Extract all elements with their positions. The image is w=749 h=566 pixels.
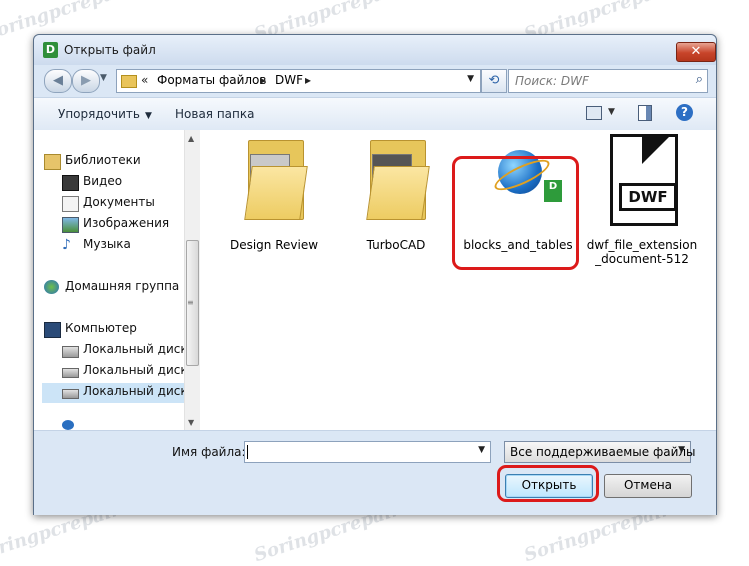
search-placeholder: Поиск: DWF — [515, 74, 589, 88]
window-title: Открыть файл — [64, 43, 156, 57]
text-caret — [247, 445, 248, 459]
file-name: dwf_file_extension_document-512 — [586, 238, 698, 266]
folder-icon — [121, 75, 137, 88]
breadcrumb-dwf[interactable]: DWF — [275, 73, 303, 87]
video-icon — [62, 175, 79, 191]
forward-arrow-icon[interactable]: ▶ — [72, 69, 100, 93]
music-icon: ♪ — [62, 237, 71, 253]
windows-drive-icon — [62, 346, 79, 358]
file-name: TurboCAD — [366, 238, 426, 252]
drive-icon — [62, 389, 79, 399]
breadcrumb-separator-icon[interactable]: ▸ — [260, 73, 266, 87]
sidebar-item-label: Документы — [83, 195, 155, 209]
refresh-icon[interactable]: ⟲ — [481, 69, 507, 93]
close-button[interactable]: ✕ — [676, 42, 716, 62]
file-highlight-annotation — [452, 156, 579, 270]
chevron-down-icon[interactable]: ▼ — [678, 445, 685, 455]
sidebar-item-local-disk[interactable]: Локальный диск — [62, 383, 184, 403]
drive-icon — [62, 368, 79, 378]
breadcrumb-formats[interactable]: Форматы файлов — [157, 73, 266, 87]
sidebar-item-label: Музыка — [83, 237, 131, 251]
sidebar-item-label: Домашняя группа — [65, 279, 180, 293]
homegroup-icon — [44, 280, 59, 294]
filename-label: Имя файла: — [172, 445, 246, 459]
address-bar[interactable]: « Форматы файлов ▸ DWF ▸ ▼ — [116, 69, 481, 93]
file-type-select[interactable]: Все поддерживаемые файлы ▼ — [504, 441, 696, 463]
page-fold-shape — [642, 134, 672, 164]
open-file-dialog: D Открыть файл ✕ ◀ ▶ ▼ « Форматы файлов … — [33, 34, 717, 515]
sidebar-item-label: Видео — [83, 174, 123, 188]
breadcrumb-separator-icon[interactable]: ▸ — [305, 73, 311, 87]
back-arrow-icon[interactable]: ◀ — [44, 69, 72, 93]
cancel-button[interactable]: Отмена — [604, 474, 692, 498]
file-type-value: Все поддерживаемые файлы — [510, 445, 696, 459]
title-bar[interactable]: D Открыть файл ✕ — [34, 35, 716, 65]
scroll-down-icon[interactable]: ▼ — [188, 418, 194, 427]
new-folder-button[interactable]: Новая папка — [175, 107, 254, 121]
dialog-footer: Имя файла: ▼ Все поддерживаемые файлы ▼ … — [34, 430, 716, 515]
folder-front-shape — [366, 166, 430, 220]
sidebar-item-documents[interactable]: Документы — [62, 194, 184, 214]
computer-icon — [44, 322, 61, 338]
file-item-dwf-extension-document[interactable]: DWF dwf_file_extension_document-512 — [586, 130, 698, 270]
scroll-grip-icon: ≡ — [187, 298, 194, 307]
sidebar-item-music[interactable]: ♪ Музыка — [62, 236, 184, 256]
sidebar-item-homegroup[interactable]: Домашняя группа — [44, 278, 184, 298]
dwf-app-icon: D — [43, 42, 58, 58]
sidebar-item-computer[interactable]: Компьютер — [44, 320, 184, 340]
open-button-highlight-annotation — [497, 465, 599, 502]
libraries-icon — [44, 154, 61, 170]
file-item-turbocad[interactable]: TurboCAD — [340, 130, 452, 270]
pictures-icon — [62, 217, 79, 233]
network-icon — [62, 420, 74, 430]
sidebar-item-local-disk[interactable]: Локальный диск — [62, 341, 184, 361]
change-view-icon[interactable] — [586, 106, 602, 120]
chevron-down-icon[interactable]: ▼ — [608, 107, 615, 117]
sidebar-item-pictures[interactable]: Изображения — [62, 215, 184, 235]
sidebar-item-label: Локальный диск — [83, 363, 184, 377]
file-item-design-review[interactable]: Design Review — [218, 130, 330, 270]
browser-area: Библиотеки Видео Документы Изображения ♪… — [34, 130, 716, 430]
file-name: Design Review — [229, 238, 319, 252]
navigation-pane: Библиотеки Видео Документы Изображения ♪… — [34, 130, 184, 430]
sidebar-item-label: Компьютер — [65, 321, 137, 335]
sidebar-item-label: Локальный диск — [83, 342, 184, 356]
documents-icon — [62, 196, 79, 212]
chevron-down-icon[interactable]: ▼ — [478, 445, 485, 455]
address-overflow-chevron[interactable]: « — [141, 73, 148, 87]
address-dropdown-icon[interactable]: ▼ — [467, 74, 474, 84]
sidebar-item-libraries[interactable]: Библиотеки — [44, 152, 184, 172]
chevron-down-icon: ▼ — [144, 111, 152, 121]
preview-pane-icon[interactable] — [638, 105, 652, 121]
help-icon[interactable]: ? — [676, 104, 693, 121]
recent-locations-dropdown-icon[interactable]: ▼ — [100, 73, 107, 83]
sidebar-item-video[interactable]: Видео — [62, 173, 184, 193]
search-icon[interactable]: ⌕ — [696, 72, 703, 87]
filename-input[interactable]: ▼ — [244, 441, 491, 463]
sidebar-item-label: Библиотеки — [65, 153, 141, 167]
organize-button[interactable]: Упорядочить ▼ — [58, 107, 152, 121]
organize-label: Упорядочить — [58, 107, 140, 121]
sidebar-item-label: Локальный диск — [83, 384, 184, 398]
scroll-up-icon[interactable]: ▲ — [188, 134, 194, 143]
dwf-label-box: DWF — [619, 183, 677, 211]
command-toolbar: Упорядочить ▼ Новая папка ▼ ? — [34, 97, 716, 131]
folder-front-shape — [244, 166, 308, 220]
sidebar-item-local-disk[interactable]: Локальный диск — [62, 362, 184, 382]
search-input[interactable]: Поиск: DWF ⌕ — [508, 69, 708, 93]
sidebar-item-label: Изображения — [83, 216, 170, 230]
